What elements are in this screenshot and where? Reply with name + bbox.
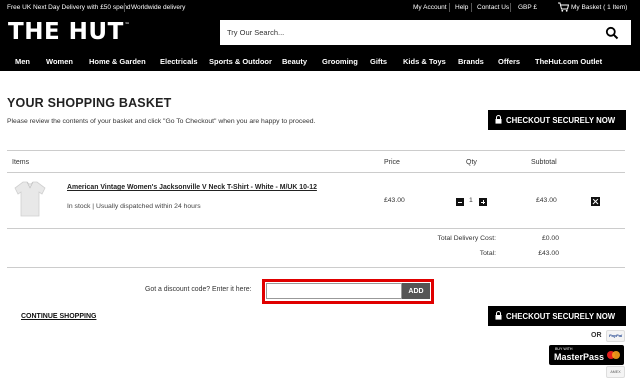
subtotal-column-header: Subtotal <box>531 159 557 166</box>
or-separator: OR <box>591 332 602 339</box>
nav-item-offers[interactable]: Offers <box>498 57 520 66</box>
worldwide-delivery-text: Worldwide delivery <box>131 4 186 11</box>
search-input[interactable] <box>220 20 600 45</box>
masterpass-label: MasterPass <box>554 352 605 362</box>
item-subtotal: £43.00 <box>536 197 557 204</box>
contact-us-link[interactable]: Contact Us <box>477 4 509 11</box>
delivery-cost-value: £0.00 <box>541 235 559 242</box>
nav-item-outlet[interactable]: TheHut.com Outlet <box>535 57 602 66</box>
amex-button[interactable]: AMEX <box>606 366 625 378</box>
totals-divider <box>7 267 625 268</box>
price-column-header: Price <box>384 159 400 166</box>
lock-icon <box>495 115 502 124</box>
product-thumbnail[interactable] <box>13 180 47 218</box>
currency-selector[interactable]: GBP £ <box>518 4 537 11</box>
main-navigation: Men Women Home & Garden Electricals Spor… <box>0 51 640 71</box>
logo-text: THE HUT <box>8 19 124 45</box>
search-bar <box>220 20 631 45</box>
stock-status: In stock | Usually dispatched within 24 … <box>67 203 201 210</box>
checkout-securely-button-bottom[interactable]: CHECKOUT SECURELY NOW <box>488 306 626 326</box>
nav-item-kids-toys[interactable]: Kids & Toys <box>403 57 446 66</box>
trademark-symbol: ™ <box>124 22 131 28</box>
discount-code-input[interactable] <box>266 283 402 299</box>
basket-instructions: Please review the contents of your baske… <box>7 118 316 125</box>
divider <box>124 3 125 12</box>
items-column-header: Items <box>12 159 30 166</box>
item-price: £43.00 <box>384 197 405 204</box>
nav-item-sports-outdoor[interactable]: Sports & Outdoor <box>209 57 272 66</box>
discount-code-label: Got a discount code? Enter it here: <box>145 286 252 293</box>
row-divider <box>7 228 625 229</box>
checkout-button-label: CHECKOUT SECURELY NOW <box>506 116 616 125</box>
nav-item-gifts[interactable]: Gifts <box>370 57 387 66</box>
divider <box>449 3 450 12</box>
my-account-link[interactable]: My Account <box>413 4 447 11</box>
add-discount-button[interactable]: ADD <box>402 283 430 299</box>
total-label: Total: <box>479 250 496 257</box>
basket-icon[interactable] <box>558 2 569 12</box>
nav-item-home-garden[interactable]: Home & Garden <box>89 57 146 66</box>
table-top-divider <box>7 150 625 151</box>
top-strip: Free UK Next Day Delivery with £50 spend… <box>0 0 640 15</box>
checkout-securely-button-top[interactable]: CHECKOUT SECURELY NOW <box>488 110 626 130</box>
page-title: YOUR SHOPPING BASKET <box>7 96 172 110</box>
nav-item-electricals[interactable]: Electricals <box>160 57 198 66</box>
divider <box>510 3 511 12</box>
product-name-link[interactable]: American Vintage Women's Jacksonville V … <box>67 184 317 191</box>
help-link[interactable]: Help <box>455 4 468 11</box>
decrease-quantity-button[interactable] <box>456 198 464 206</box>
nav-item-women[interactable]: Women <box>46 57 73 66</box>
masterpass-button[interactable]: BUY WITH MasterPass <box>549 345 624 365</box>
the-hut-logo[interactable]: THE HUT™ <box>8 19 130 45</box>
masterpass-caption: BUY WITH <box>555 347 573 351</box>
remove-item-button[interactable] <box>591 197 600 206</box>
item-quantity: 1 <box>469 197 473 204</box>
mastercard-orange-circle-icon <box>612 351 620 359</box>
my-basket-link[interactable]: My Basket ( 1 Item) <box>571 4 627 11</box>
checkout-button-label: CHECKOUT SECURELY NOW <box>506 312 616 321</box>
total-value: £43.00 <box>538 250 559 257</box>
divider <box>471 3 472 12</box>
delivery-cost-label: Total Delivery Cost: <box>437 235 496 242</box>
nav-item-beauty[interactable]: Beauty <box>282 57 307 66</box>
nav-item-men[interactable]: Men <box>15 57 30 66</box>
search-icon[interactable] <box>605 26 619 40</box>
continue-shopping-link[interactable]: CONTINUE SHOPPING <box>21 313 96 320</box>
free-delivery-promo: Free UK Next Day Delivery with £50 spend <box>7 4 131 11</box>
qty-column-header: Qty <box>466 159 477 166</box>
increase-quantity-button[interactable] <box>479 198 487 206</box>
nav-item-brands[interactable]: Brands <box>458 57 484 66</box>
site-header: THE HUT™ <box>0 15 640 51</box>
header-divider <box>7 172 625 173</box>
lock-icon <box>495 311 502 320</box>
paypal-button[interactable]: PayPal <box>606 330 625 342</box>
nav-item-grooming[interactable]: Grooming <box>322 57 358 66</box>
